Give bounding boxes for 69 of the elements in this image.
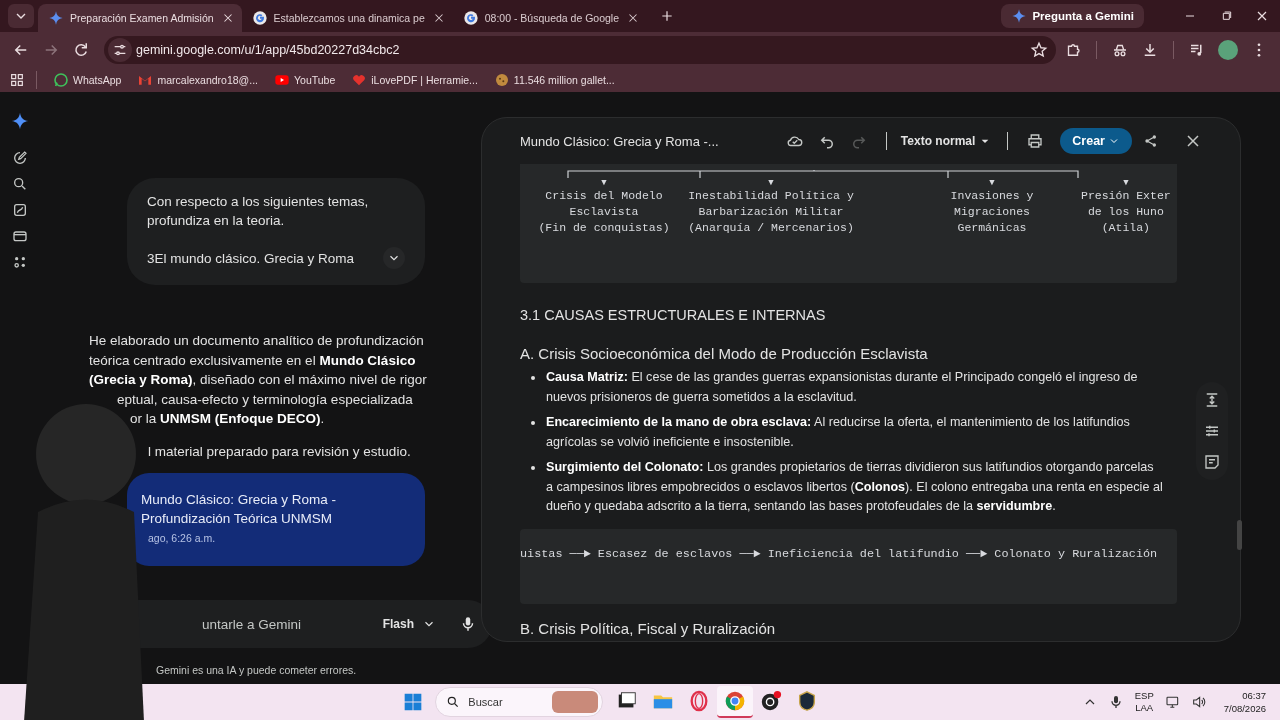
bookmark-link[interactable]: iLovePDF | Herramie... — [345, 72, 484, 88]
browser-tab[interactable]: Preparación Examen Admisión — [38, 4, 242, 32]
bullet-text: Encarecimiento de la mano de obra esclava: Al reducirse la oferta, el mantenimiento de los latifundios agrícolas se volvió ineficiente e insostenible. — [546, 414, 1131, 451]
diagram-label: Presión Exter de los Huno (Atila) — [1081, 188, 1171, 236]
tab-title: 08:00 - Búsqueda de Google — [484, 12, 620, 24]
bookmark-link[interactable]: YouTube — [268, 72, 342, 88]
user-message-text: Con respecto a los siguientes temas, profundiza en la teoria. — [147, 193, 370, 230]
heart-icon — [351, 72, 368, 88]
profile-avatar[interactable] — [1218, 40, 1238, 60]
expand-chevron-icon[interactable] — [383, 247, 405, 269]
tab-title: Establezcamos una dinamica pe — [273, 12, 425, 24]
cookie-icon — [493, 72, 510, 88]
response-text: l material preparado para revisión y estudio. — [147, 442, 412, 461]
response-text: eptual, causa-efecto y terminología especializada — [116, 390, 414, 409]
chrome-icon[interactable] — [717, 686, 754, 718]
bookmark-link[interactable]: WhatsApp — [47, 72, 128, 88]
diagram-label: Inestabilidad Política y Barbarización Militar (Anarquía / Mercenarios) — [688, 188, 854, 236]
diagram-label: Crisis del Modelo Esclavista (Fin de conquistas) — [538, 188, 670, 236]
browser-tab[interactable]: Establezcamos una dinamica pe — [241, 4, 453, 32]
section-heading: 3.1 CAUSAS ESTRUCTURALES E INTERNAS — [520, 307, 827, 323]
tab-title: Preparación Examen Admisión — [70, 12, 214, 24]
bullet-text: Surgimiento del Colonato: Los grandes propietarios de tierras dividieron sus latifundios otorgando parcelas a campesinos libres empobrecidos o esclavos libertos (Colonos). El colono entregaba una renta en especie al dueño y quedaba adscrito a la tierra, sentando las bases protofeudales de la servidumbre. — [546, 459, 1164, 515]
disclaimer-text: Gemini es una IA y puede cometer errores. — [156, 664, 358, 676]
clock-time: 06:37 — [1242, 689, 1266, 702]
bullet-dot — [531, 421, 535, 425]
google-g-icon — [462, 10, 479, 26]
gemini-spark-icon — [48, 10, 64, 26]
text-style-dropdown[interactable]: Texto normal — [900, 133, 994, 149]
flow-text: uistas ──► Escasez de esclavos ──► Ineficiencia del latifundio ──► Colonato y Ruralización — [520, 546, 1158, 561]
apps-grid-icon[interactable] — [8, 71, 26, 89]
bullet-text: Causa Matriz: El cese de las grandes guerras expansionistas durante el Principado congeló el ingreso de nuevos prisioneros de guerra sometidos a la esclavitud. — [546, 369, 1139, 406]
taskbar-search-field[interactable]: Buscar — [435, 687, 604, 717]
youtube-icon — [274, 72, 290, 88]
bullet-dot — [531, 466, 535, 470]
document-card-title: Mundo Clásico: Grecia y Roma - Profundización Teórica UNMSM — [141, 491, 338, 528]
document-card[interactable]: Mundo Clásico: Grecia y Roma - Profundización Teórica UNMSM ago, 6:26 a.m. — [127, 473, 425, 566]
url-text: gemini.google.com/u/1/app/45bd20227d34cbc2 — [136, 43, 400, 57]
document-card-date: ago, 6:26 a.m. — [148, 532, 217, 544]
bookmark-link[interactable]: marcalexandro18@... — [131, 72, 264, 88]
site-settings-icon[interactable] — [108, 38, 132, 62]
language-code: ESP — [1134, 690, 1154, 702]
arrow-marker: ▼ — [1123, 178, 1129, 188]
keyboard-layout: LAA — [1135, 702, 1154, 714]
clock[interactable]: 06:37 7/08/2026 — [1223, 689, 1266, 715]
arrow-marker: ▼ — [768, 178, 774, 188]
input-placeholder: untarle a Gemini — [202, 616, 302, 632]
ask-gemini-button[interactable]: Pregunta a Gemini — [1001, 4, 1144, 28]
create-button[interactable]: Crear — [1060, 128, 1132, 154]
response-text: or la UNMSM (Enfoque DECO). — [129, 410, 326, 428]
google-g-icon — [251, 10, 268, 26]
address-bar[interactable]: gemini.google.com/u/1/app/45bd20227d34cbc2 — [104, 36, 1056, 64]
arrow-marker: ▼ — [601, 178, 607, 188]
browser-tab[interactable]: 08:00 - Búsqueda de Google — [452, 4, 648, 32]
document-title: Mundo Clásico: Grecia y Roma -... — [520, 133, 719, 149]
diagram-label: Invasiones y Migraciones Germánicas — [950, 188, 1034, 236]
subsection-heading: B. Crisis Política, Fiscal y Ruralización — [520, 619, 777, 638]
subsection-heading: A. Crisis Socioeconómica del Modo de Producción Esclavista — [520, 345, 929, 362]
model-selector[interactable]: Flash — [382, 617, 436, 631]
bullet-dot — [531, 376, 535, 380]
attachment-text: 3El mundo clásico. Grecia y Roma — [147, 250, 356, 266]
whatsapp-icon — [53, 72, 69, 88]
arrow-marker: ▼ — [989, 178, 995, 188]
search-highlight-picture — [552, 691, 599, 713]
clock-date: 7/08/2026 — [1223, 702, 1266, 715]
chevron-down-icon[interactable] — [8, 4, 34, 28]
bookmark-link[interactable]: 11.546 million gallet... — [487, 72, 621, 88]
input-language[interactable]: ESP LAA — [1134, 690, 1154, 714]
search-placeholder: Buscar — [468, 696, 503, 708]
scrollbar-thumb[interactable] — [1237, 520, 1242, 550]
